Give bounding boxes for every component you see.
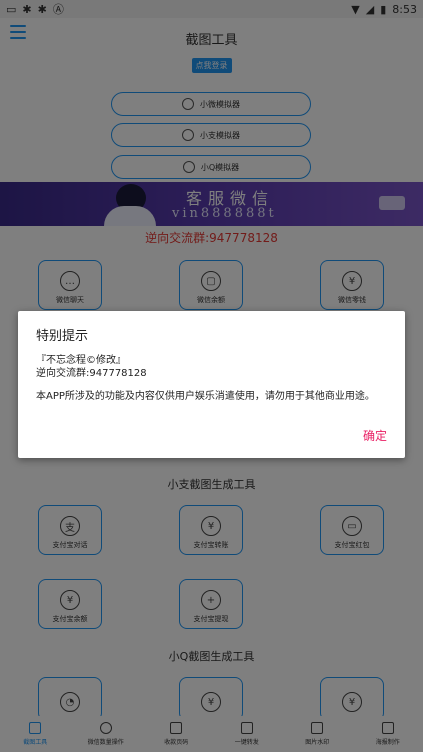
dialog-line-2: 逆向交流群:947778128: [36, 368, 147, 379]
dialog-ok-button[interactable]: 确定: [363, 427, 387, 444]
dialog-line-1: 『不忘念程©修改』: [36, 355, 126, 366]
dialog-title: 特别提示: [36, 329, 89, 344]
notice-dialog: 特别提示 『不忘念程©修改』 逆向交流群:947778128 本APP所涉及的功…: [18, 311, 405, 458]
dialog-message: 本APP所涉及的功能及内容仅供用户娱乐消遣使用，请勿用于其他商业用途。: [36, 391, 375, 402]
